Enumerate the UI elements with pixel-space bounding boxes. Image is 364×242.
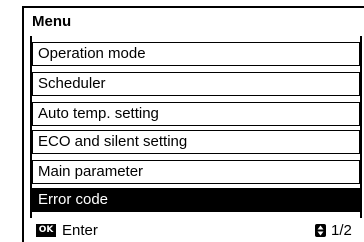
footer-bar: OK Enter 1/2 xyxy=(32,221,360,241)
menu-item-eco-silent-setting[interactable]: ECO and silent setting xyxy=(32,130,360,154)
up-down-arrows-icon xyxy=(315,224,326,237)
menu-item-error-code[interactable]: Error code xyxy=(32,188,360,212)
ok-key-icon: OK xyxy=(36,224,56,237)
lcd-screen: Menu Operation mode Scheduler Auto temp.… xyxy=(22,6,364,242)
menu-item-scheduler[interactable]: Scheduler xyxy=(32,72,360,96)
menu-item-operation-mode[interactable]: Operation mode xyxy=(32,42,360,66)
menu-item-auto-temp-setting[interactable]: Auto temp. setting xyxy=(32,102,360,126)
page-indicator: 1/2 xyxy=(331,222,352,239)
enter-label: Enter xyxy=(62,222,98,239)
menu-list: Operation mode Scheduler Auto temp. sett… xyxy=(30,36,362,218)
menu-title: Menu xyxy=(32,13,72,30)
menu-item-main-parameter[interactable]: Main parameter xyxy=(32,160,360,184)
